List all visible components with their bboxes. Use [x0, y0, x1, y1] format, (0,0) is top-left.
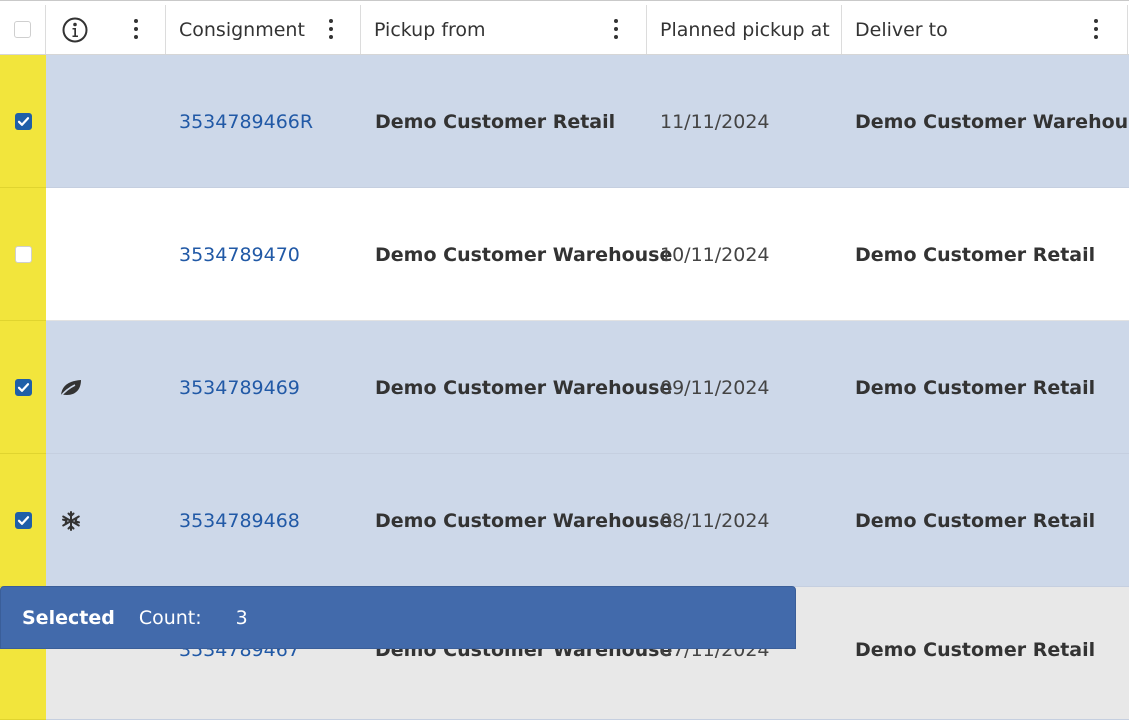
selection-status-bar: Selected Count: 3	[0, 586, 796, 649]
row-checkbox-checked[interactable]	[14, 112, 32, 130]
grid-header: Consignment Pickup from Planned pickup a…	[0, 5, 1129, 55]
header-planned-pickup-at[interactable]: Planned pickup at	[647, 5, 842, 54]
pickup-from-value: Demo Customer Warehouse	[375, 509, 673, 532]
header-pickup-from[interactable]: Pickup from	[361, 5, 647, 54]
consignments-grid: Consignment Pickup from Planned pickup a…	[0, 0, 1129, 720]
planned-pickup-column-label: Planned pickup at	[660, 18, 830, 41]
planned-pickup-value: 10/11/2024	[660, 243, 770, 266]
pickup-from-column-label: Pickup from	[374, 18, 486, 41]
info-icon[interactable]	[62, 17, 88, 48]
leaf-icon	[58, 321, 84, 454]
table-row[interactable]: 3534789470 Demo Customer Warehouse 10/11…	[0, 188, 1129, 321]
consignment-link[interactable]: 3534789469	[179, 321, 300, 454]
header-consignment[interactable]: Consignment	[166, 5, 361, 54]
row-selection-cell[interactable]	[0, 321, 46, 454]
planned-pickup-value: 08/11/2024	[660, 509, 770, 532]
selected-label: Selected	[22, 606, 115, 629]
table-row[interactable]: 3534789466R Demo Customer Retail 11/11/2…	[0, 55, 1129, 188]
checkmark-icon	[17, 116, 29, 126]
row-checkbox-checked[interactable]	[14, 511, 32, 529]
deliver-to-value: Demo Customer Retail	[855, 638, 1096, 661]
planned-pickup-value: 09/11/2024	[660, 376, 770, 399]
checkmark-icon	[17, 382, 29, 392]
row-checkbox-checked[interactable]	[14, 378, 32, 396]
pickup-from-value: Demo Customer Warehouse	[375, 376, 673, 399]
consignment-link[interactable]: 3534789466R	[179, 55, 313, 188]
table-row[interactable]: 3534789468 Demo Customer Warehouse 08/11…	[0, 454, 1129, 587]
deliver-to-value: Demo Customer Retail	[855, 376, 1096, 399]
consignment-column-label: Consignment	[179, 18, 305, 41]
header-deliver-to[interactable]: Deliver to	[842, 5, 1128, 54]
deliver-to-column-menu-icon[interactable]	[1086, 14, 1106, 44]
row-checkbox-unchecked[interactable]	[14, 245, 32, 263]
consignment-link[interactable]: 3534789470	[179, 188, 300, 321]
pickup-from-value: Demo Customer Warehouse	[375, 243, 673, 266]
pickup-from-value: Demo Customer Retail	[375, 110, 616, 133]
snowflake-icon	[61, 454, 81, 587]
deliver-to-value: Demo Customer Retail	[855, 509, 1096, 532]
row-selection-cell[interactable]	[0, 188, 46, 321]
deliver-to-column-label: Deliver to	[855, 18, 948, 41]
info-column-menu-icon[interactable]	[126, 14, 146, 44]
select-all-checkbox[interactable]	[14, 21, 31, 38]
consignment-column-menu-icon[interactable]	[321, 14, 341, 44]
count-label: Count:	[138, 606, 202, 629]
header-info-cell	[46, 5, 166, 54]
header-select-all-cell	[0, 5, 46, 54]
deliver-to-value: Demo Customer Retail	[855, 243, 1096, 266]
selected-count: 3	[235, 606, 248, 629]
consignment-link[interactable]: 3534789468	[179, 454, 300, 587]
row-selection-cell[interactable]	[0, 55, 46, 188]
row-selection-cell[interactable]	[0, 454, 46, 587]
pickup-from-column-menu-icon[interactable]	[606, 14, 626, 44]
table-row[interactable]: 3534789469 Demo Customer Warehouse 09/11…	[0, 321, 1129, 454]
checkmark-icon	[17, 515, 29, 525]
planned-pickup-value: 11/11/2024	[660, 110, 770, 133]
deliver-to-value: Demo Customer Warehouse	[855, 110, 1129, 133]
